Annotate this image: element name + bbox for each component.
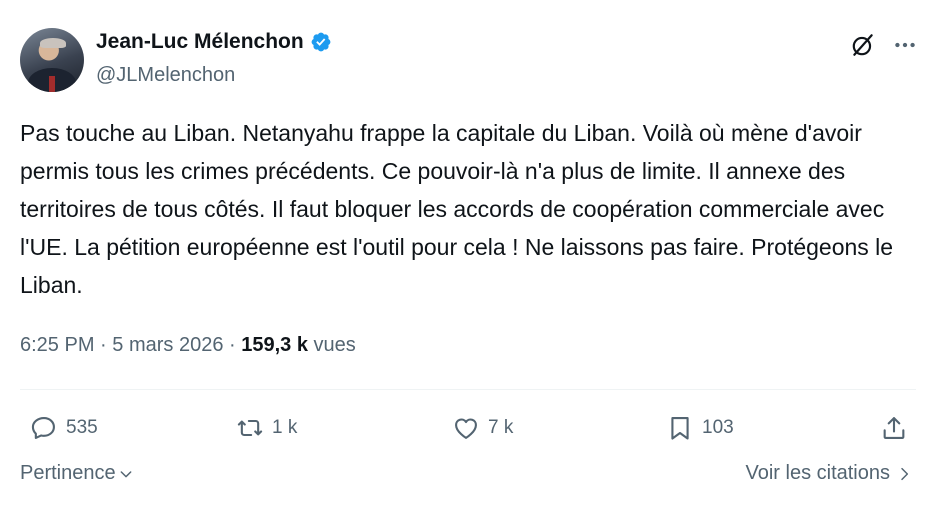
tweet-date[interactable]: 5 mars 2026 bbox=[112, 334, 223, 357]
meta-separator: · bbox=[223, 334, 242, 356]
meta-separator: · bbox=[94, 334, 113, 356]
chevron-down-icon bbox=[120, 470, 132, 477]
tweet-meta: 6:25 PM · 5 mars 2026 · 159,3 k vues bbox=[20, 334, 356, 357]
retweet-count: 1 k bbox=[272, 417, 298, 438]
verified-badge-icon[interactable] bbox=[310, 31, 332, 53]
views-label: vues bbox=[307, 334, 356, 356]
author-name-row: Jean-Luc Mélenchon bbox=[96, 30, 332, 54]
chevron-right-icon bbox=[901, 467, 909, 480]
share-button[interactable] bbox=[880, 408, 908, 448]
author-handle[interactable]: @JLMelenchon bbox=[96, 64, 235, 87]
tweet-header: Jean-Luc Mélenchon @JLMelenchon bbox=[20, 24, 920, 94]
replies-footer: Pertinence Voir les citations bbox=[20, 462, 912, 492]
tweet-time[interactable]: 6:25 PM bbox=[20, 334, 94, 357]
views-count[interactable]: 159,3 k bbox=[241, 334, 308, 357]
share-icon bbox=[883, 417, 905, 439]
more-icon[interactable] bbox=[892, 32, 918, 58]
view-quotes-link[interactable]: Voir les citations bbox=[745, 462, 912, 485]
quotes-label: Voir les citations bbox=[745, 462, 890, 484]
sort-label: Pertinence bbox=[20, 462, 116, 484]
retweet-icon bbox=[237, 419, 263, 437]
retweet-button[interactable]: 1 k bbox=[236, 408, 297, 448]
bookmark-icon bbox=[671, 417, 689, 440]
reply-count: 535 bbox=[66, 417, 98, 438]
grok-icon[interactable] bbox=[850, 32, 876, 58]
divider bbox=[20, 389, 916, 390]
bookmark-count: 103 bbox=[702, 417, 734, 438]
reply-button[interactable]: 535 bbox=[30, 408, 98, 448]
like-count: 7 k bbox=[488, 417, 514, 438]
sort-dropdown[interactable]: Pertinence bbox=[20, 462, 134, 485]
like-button[interactable]: 7 k bbox=[452, 408, 513, 448]
author-display-name[interactable]: Jean-Luc Mélenchon bbox=[96, 30, 304, 54]
reply-icon bbox=[31, 417, 55, 439]
avatar[interactable] bbox=[20, 28, 84, 92]
tweet-text: Pas touche au Liban. Netanyahu frappe la… bbox=[20, 120, 900, 298]
action-bar: 535 1 k 7 k 103 bbox=[20, 408, 916, 448]
bookmark-button[interactable]: 103 bbox=[666, 408, 734, 448]
like-icon bbox=[455, 418, 477, 439]
